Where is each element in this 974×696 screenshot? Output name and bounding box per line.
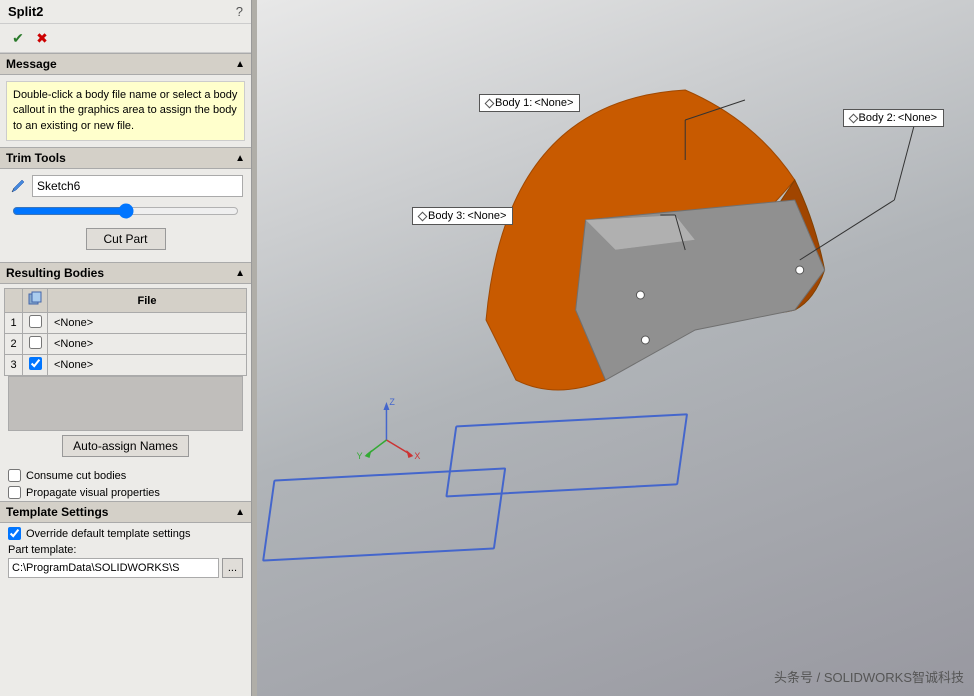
scene-svg: Z X Y [257,0,974,696]
consume-cut-bodies-row: Consume cut bodies [0,467,251,484]
override-label: Override default template settings [26,528,190,540]
override-row: Override default template settings [8,527,243,540]
svg-text:X: X [414,451,420,461]
body2-callout-label: Body 2: [859,112,896,124]
row-file-2[interactable]: <None> [48,334,247,355]
cut-part-button[interactable]: Cut Part [86,228,166,250]
table-row: 2 <None> [5,334,247,355]
row-check-3[interactable] [23,355,48,376]
handle-dot-3 [796,266,804,274]
body3-callout[interactable]: Body 3: <None> [412,207,513,225]
cancel-button[interactable]: ✖ [32,28,52,48]
trim-tools-label: Trim Tools [6,151,66,165]
row-check-2[interactable] [23,334,48,355]
help-icon[interactable]: ? [236,4,243,19]
body3-callout-diamond [418,211,428,221]
sketch-row [8,175,243,197]
col-header-check [23,289,48,313]
bodies-gray-area [8,376,243,431]
body2-callout-value: <None> [898,112,937,124]
message-text: Double-click a body file name or select … [6,81,245,141]
body1-callout-value: <None> [534,97,573,109]
row-num-3: 3 [5,355,23,376]
sketch-shapes [263,414,687,560]
propagate-visual-row: Propagate visual properties [0,484,251,501]
row-num-1: 1 [5,313,23,334]
watermark: 头条号 / SOLIDWORKS智诚科技 [774,667,964,686]
table-row: 1 <None> [5,313,247,334]
part-template-label: Part template: [8,544,243,556]
body2-callout-diamond [848,113,858,123]
body1-callout-label: Body 1: [495,97,532,109]
col-header-file: File [48,289,247,313]
axis-indicator: Z X Y [357,397,421,461]
message-section-header[interactable]: Message ▲ [0,53,251,75]
panel-title-bar: Split2 ? [0,0,251,24]
trim-slider[interactable] [12,203,239,219]
trim-tools-content: Cut Part [0,169,251,262]
propagate-visual-checkbox[interactable] [8,486,21,499]
resulting-bodies-label: Resulting Bodies [6,266,104,280]
template-path-row: ... [8,558,243,578]
slider-container [8,203,243,222]
body3-callout-label: Body 3: [428,210,465,222]
bodies-table: File 1 <None> 2 <None> 3 <None> [4,288,247,376]
gray-shape [576,200,825,380]
handle-dot-1 [636,291,644,299]
resulting-bodies-chevron-icon: ▲ [235,268,245,279]
consume-cut-bodies-checkbox[interactable] [8,469,21,482]
body1-callout[interactable]: Body 1: <None> [479,94,580,112]
row-checkbox-1[interactable] [29,315,42,328]
message-section-label: Message [6,57,57,71]
sketch-input[interactable] [32,175,243,197]
handle-dot-2 [641,336,649,344]
template-content: Override default template settings Part … [0,523,251,582]
row-checkbox-2[interactable] [29,336,42,349]
confirm-button[interactable]: ✔ [8,28,28,48]
message-chevron-icon: ▲ [235,59,245,70]
override-checkbox[interactable] [8,527,21,540]
row-file-1[interactable]: <None> [48,313,247,334]
action-row: ✔ ✖ [0,24,251,53]
template-settings-section-header[interactable]: Template Settings ▲ [0,501,251,523]
template-settings-chevron-icon: ▲ [235,507,245,518]
resulting-bodies-section-header[interactable]: Resulting Bodies ▲ [0,262,251,284]
propagate-visual-label: Propagate visual properties [26,487,160,499]
auto-assign-button[interactable]: Auto-assign Names [62,435,189,457]
template-path-input[interactable] [8,558,219,578]
body1-callout-diamond [485,98,495,108]
consume-cut-bodies-label: Consume cut bodies [26,470,126,482]
table-row: 3 <None> [5,355,247,376]
template-settings-label: Template Settings [6,505,108,519]
template-browse-button[interactable]: ... [222,558,243,578]
row-check-1[interactable] [23,313,48,334]
trim-tools-chevron-icon: ▲ [235,153,245,164]
row-num-2: 2 [5,334,23,355]
row-checkbox-3[interactable] [29,357,42,370]
panel-title: Split2 [8,4,43,19]
body3-callout-value: <None> [467,210,506,222]
svg-text:Z: Z [389,397,395,407]
svg-text:Y: Y [357,451,363,461]
left-panel: Split2 ? ✔ ✖ Message ▲ Double-click a bo… [0,0,252,696]
row-file-3[interactable]: <None> [48,355,247,376]
sketch-icon [8,176,28,196]
bodies-content: File 1 <None> 2 <None> 3 <None> Auto-assign N… [0,284,251,467]
trim-tools-section-header[interactable]: Trim Tools ▲ [0,147,251,169]
body2-callout[interactable]: Body 2: <None> [843,109,944,127]
col-header-num [5,289,23,313]
viewport: Z X Y Body 1: <None> Body 2: <None> Body… [257,0,974,696]
